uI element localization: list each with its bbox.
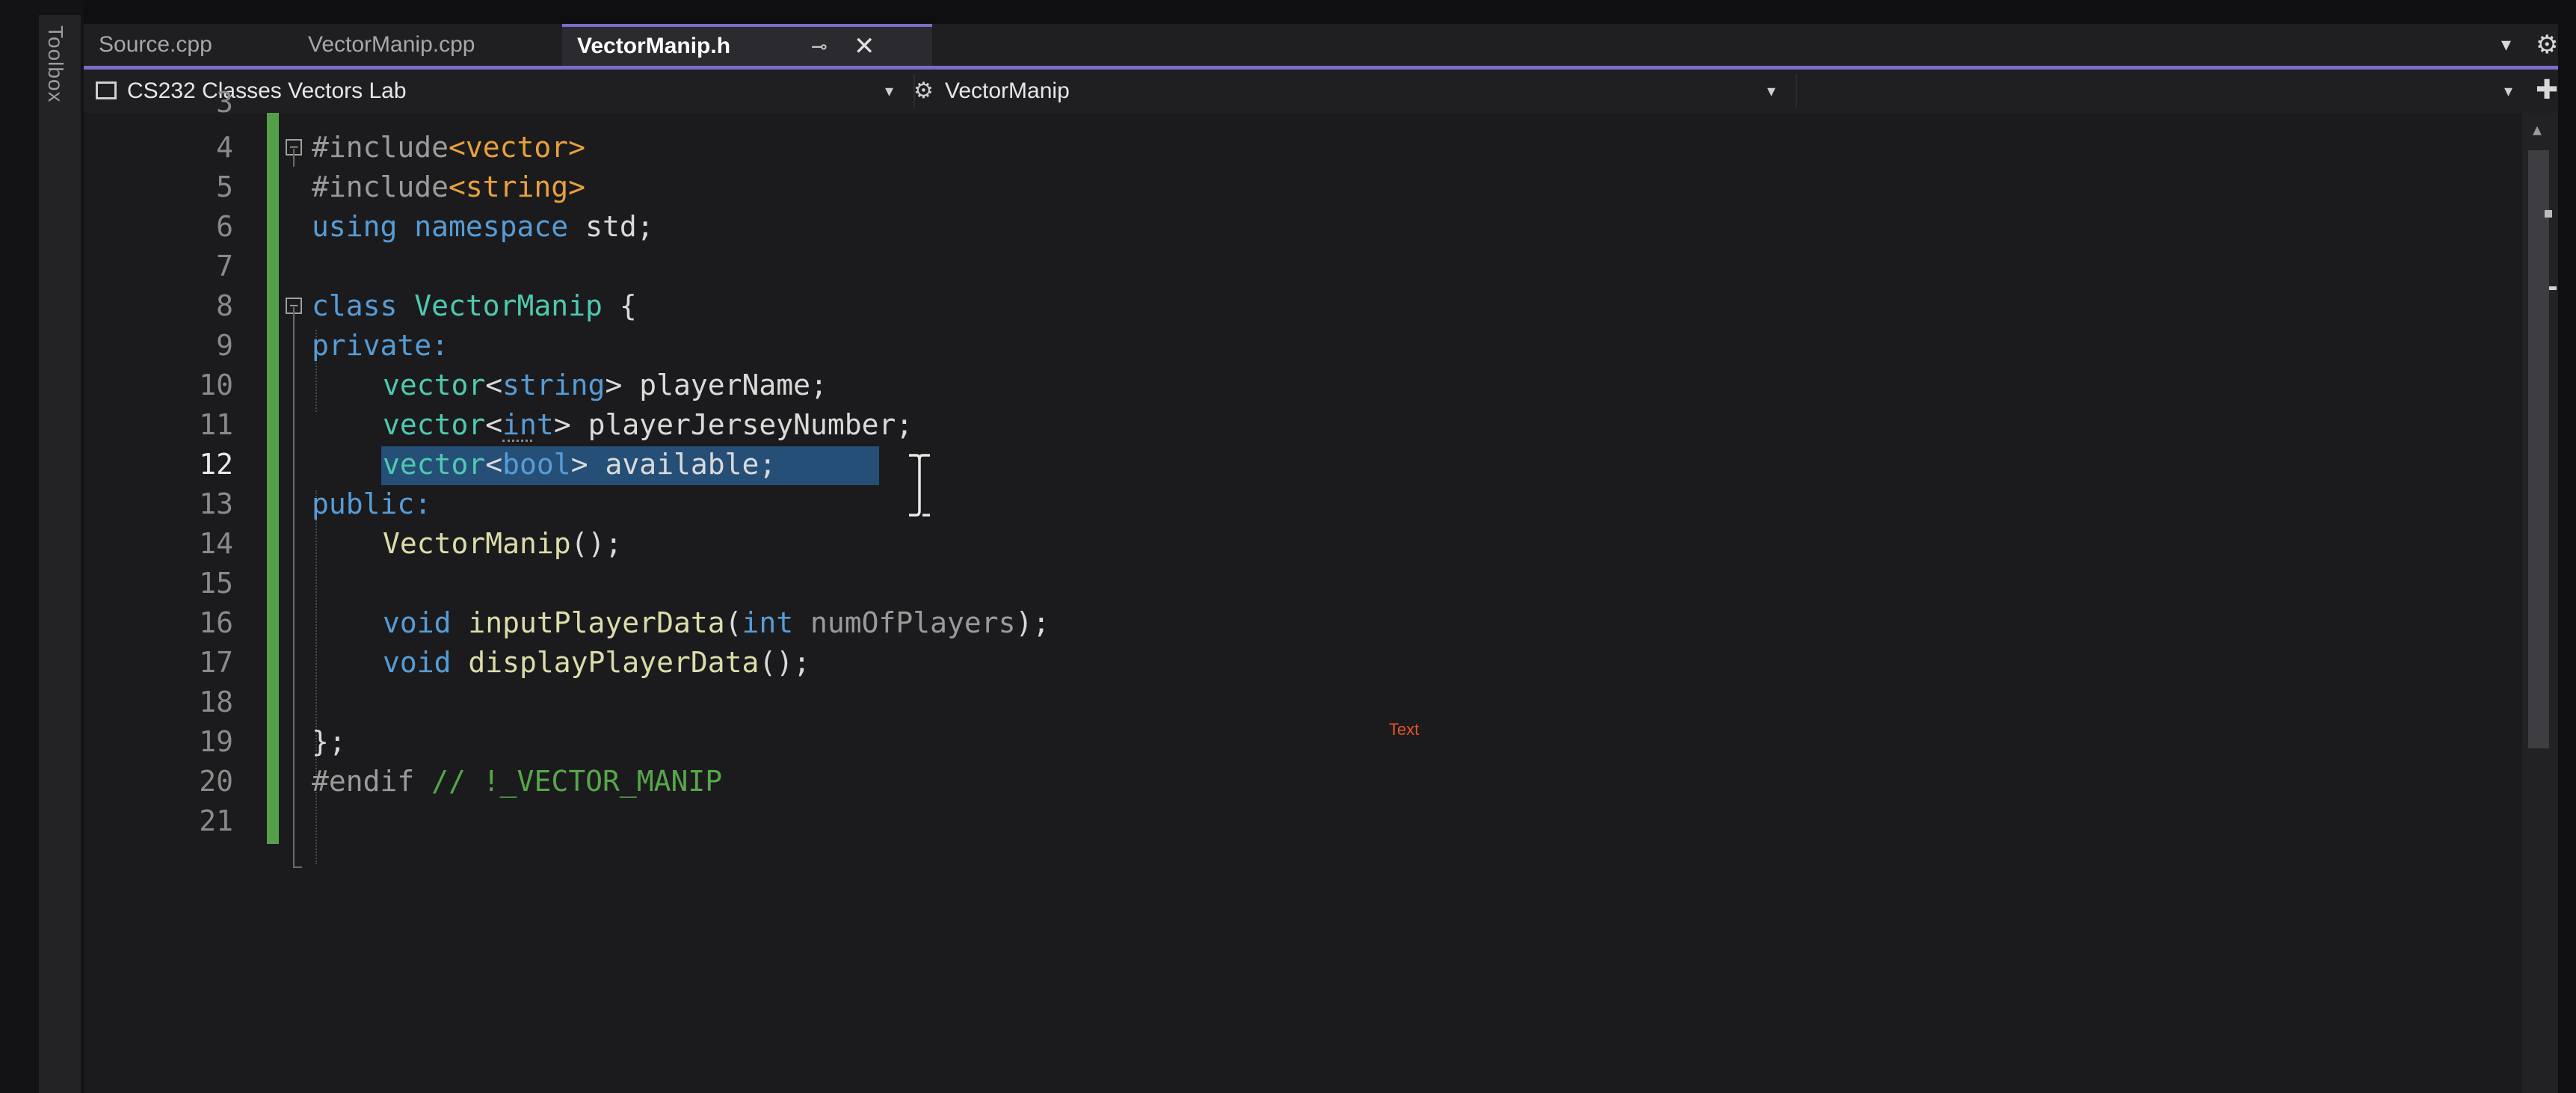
line-number: 8 — [95, 286, 233, 326]
code-line: #include<vector> — [312, 128, 585, 167]
line-number: 7 — [95, 247, 233, 286]
line-number: 20 — [95, 762, 233, 801]
line-number: 19 — [95, 722, 233, 762]
line-number: 5 — [95, 167, 233, 207]
chevron-down-icon: ▾ — [1767, 74, 1775, 108]
line-number: 6 — [95, 207, 233, 247]
outline-line-end — [293, 866, 302, 868]
scrollbar-caret-marker — [2549, 286, 2557, 290]
line-number-gutter: 3 4 5 6 7 8 9 10 11 12 13 14 15 16 17 18… — [84, 113, 233, 1093]
code-line: private: — [312, 326, 449, 366]
line-number: 4 — [95, 128, 233, 167]
chevron-down-icon: ▾ — [2504, 74, 2512, 108]
code-line: vector<int> playerJerseyNumber; — [383, 405, 913, 445]
outline-line — [293, 149, 295, 167]
line-number-current: 12 — [95, 445, 233, 484]
code-line: class VectorManip { — [312, 286, 637, 326]
line-number: 17 — [95, 643, 233, 683]
member-label: VectorManip — [945, 74, 1070, 108]
line-number: 18 — [95, 683, 233, 722]
tab-label: Source.cpp — [99, 32, 212, 57]
scrollbar-thumb[interactable] — [2528, 150, 2549, 748]
line-number: 21 — [95, 801, 233, 841]
code-line: vector<string> playerName; — [383, 366, 828, 405]
tab-label: VectorManip.h — [577, 34, 730, 58]
line-number: 3 — [95, 83, 233, 123]
line-number: 15 — [95, 564, 233, 603]
toolbox-panel[interactable] — [39, 15, 81, 1093]
scroll-up-icon[interactable]: ▴ — [2533, 119, 2542, 141]
pin-icon[interactable]: ⊸ — [811, 27, 828, 66]
indent-guide — [315, 490, 317, 864]
code-line: #endif // !_VECTOR_MANIP — [312, 762, 722, 801]
code-editor[interactable]: 3 4 5 6 7 8 9 10 11 12 13 14 15 16 17 18… — [84, 113, 2522, 1093]
navigation-bar: CS232 Classes Vectors Lab ▾ ⚙ VectorMani… — [84, 70, 2558, 114]
text-cursor-icon — [905, 451, 934, 520]
gear-icon[interactable]: ⚙ — [2536, 30, 2558, 60]
chevron-down-icon: ▾ — [885, 74, 893, 108]
vertical-scrollbar[interactable]: ▴ — [2522, 113, 2558, 1093]
line-number: 16 — [95, 603, 233, 643]
tab-vectormanip-h[interactable]: VectorManip.h ⊸ ✕ — [562, 24, 932, 66]
tab-vectormanip-cpp[interactable]: VectorManip.cpp — [293, 24, 570, 66]
code-line: void inputPlayerData(int numOfPlayers); — [383, 603, 1050, 643]
change-tracking-bar — [267, 113, 279, 844]
member-dropdown[interactable]: ⚙ VectorManip ▾ — [906, 74, 1797, 108]
code-line: #include<string> — [312, 167, 585, 207]
line-number: 11 — [95, 405, 233, 445]
code-line: VectorManip(); — [383, 524, 622, 564]
code-line: void displayPlayerData(); — [383, 643, 810, 683]
code-line: }; — [312, 722, 346, 762]
outline-line — [293, 307, 295, 868]
tab-label: VectorManip.cpp — [308, 32, 475, 57]
line-number: 10 — [95, 366, 233, 405]
line-number: 14 — [95, 524, 233, 564]
class-icon: ⚙ — [913, 74, 934, 108]
code-line: using namespace std; — [312, 207, 654, 247]
overlay-text: Text — [1389, 720, 1419, 739]
line-number: 13 — [95, 484, 233, 524]
line-number: 9 — [95, 326, 233, 366]
close-icon[interactable]: ✕ — [854, 27, 875, 66]
tab-source-cpp[interactable]: Source.cpp — [84, 24, 293, 66]
toolbox-label[interactable]: Toolbox — [43, 25, 67, 103]
scrollbar-marker — [2545, 210, 2552, 218]
code-line-selected: vector<bool> available; — [383, 445, 776, 484]
window-edge — [2558, 0, 2576, 1093]
code-line: public: — [312, 484, 431, 524]
tab-overflow-dropdown-icon[interactable]: ▾ — [2501, 33, 2511, 56]
split-window-icon[interactable]: ✚ — [2536, 73, 2558, 107]
document-tab-bar: Source.cpp VectorManip.cpp VectorManip.h… — [84, 24, 2558, 66]
